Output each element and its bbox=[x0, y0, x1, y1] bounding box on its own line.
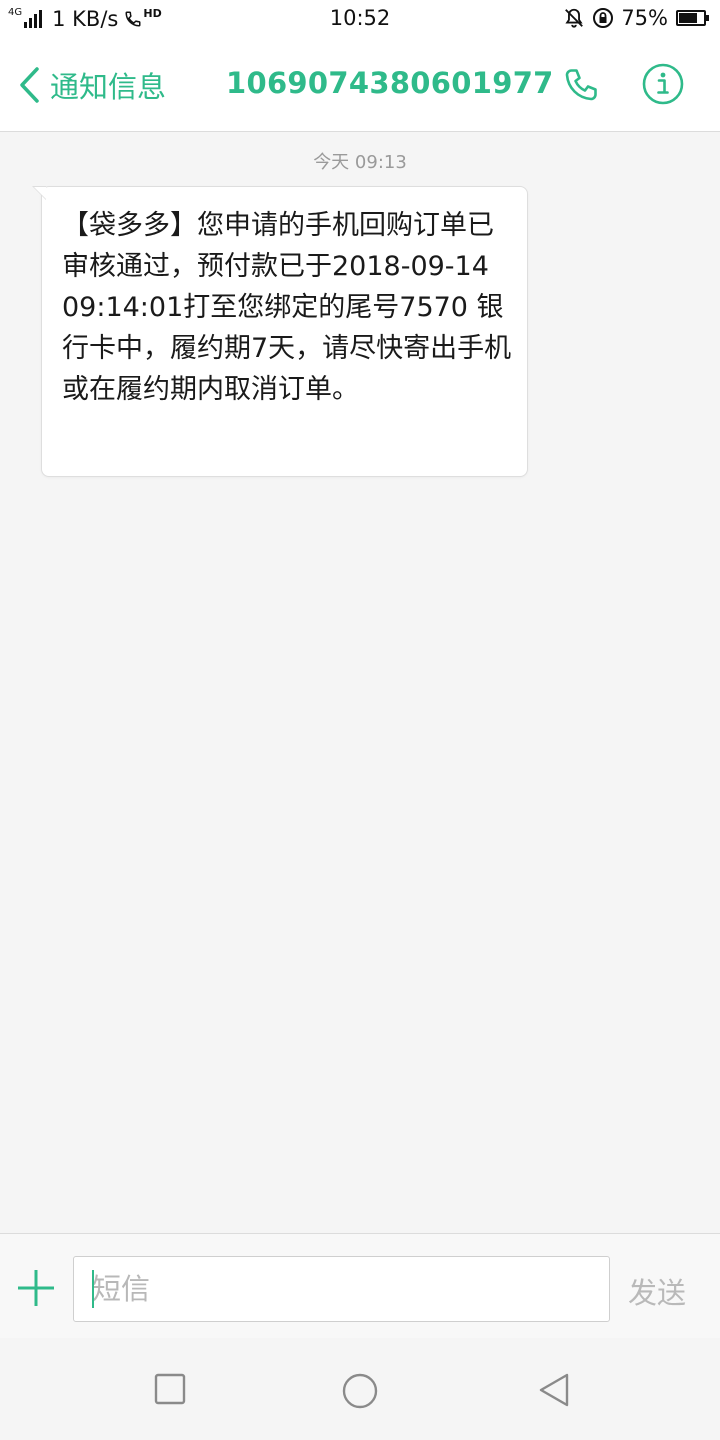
call-button[interactable] bbox=[560, 64, 602, 106]
sms-conversation-screen: 4G 1 KB/s HD 10:52 75% 通知信息 106907438060… bbox=[0, 0, 720, 1440]
conversation-header: 通知信息 1069074380601977 bbox=[0, 38, 720, 132]
status-right: 75% bbox=[563, 5, 709, 31]
system-nav-bar bbox=[0, 1338, 720, 1440]
message-timestamp: 今天 09:13 bbox=[313, 152, 407, 173]
back-label: 通知信息 bbox=[50, 70, 167, 104]
recent-apps-button[interactable] bbox=[153, 1372, 187, 1406]
battery-icon bbox=[676, 10, 709, 26]
message-text: 【袋多多】您申请的手机回购订单已审核通过，预付款已于2018-09-14 09:… bbox=[62, 210, 512, 405]
info-icon bbox=[642, 63, 684, 105]
attach-button[interactable] bbox=[16, 1268, 56, 1308]
triangle-back-icon bbox=[539, 1373, 569, 1407]
message-input[interactable] bbox=[73, 1256, 610, 1322]
circle-icon bbox=[342, 1373, 378, 1409]
phone-icon bbox=[565, 69, 597, 101]
text-cursor bbox=[92, 1270, 94, 1308]
chevron-left-icon bbox=[20, 67, 39, 103]
composer-bar: 发送 bbox=[0, 1233, 720, 1338]
info-button[interactable] bbox=[642, 63, 684, 105]
plus-icon bbox=[18, 1270, 54, 1306]
back-button[interactable]: 通知信息 bbox=[18, 60, 166, 110]
nav-back-button[interactable] bbox=[537, 1372, 571, 1407]
home-button[interactable] bbox=[342, 1373, 378, 1409]
battery-percent: 75% bbox=[621, 6, 668, 30]
contact-number: 1069074380601977 bbox=[226, 66, 554, 100]
send-button[interactable]: 发送 bbox=[628, 1270, 686, 1312]
rotation-lock-icon bbox=[593, 8, 614, 28]
square-icon bbox=[154, 1373, 186, 1405]
bell-off-icon bbox=[565, 8, 584, 28]
battery-fill bbox=[679, 13, 697, 23]
incoming-message-bubble[interactable]: 【袋多多】您申请的手机回购订单已审核通过，预付款已于2018-09-14 09:… bbox=[41, 186, 528, 477]
message-list[interactable]: 今天 09:13 【袋多多】您申请的手机回购订单已审核通过，预付款已于2018-… bbox=[0, 132, 720, 1232]
bubble-tail-inner bbox=[34, 187, 46, 199]
status-bar: 4G 1 KB/s HD 10:52 75% bbox=[0, 0, 720, 38]
